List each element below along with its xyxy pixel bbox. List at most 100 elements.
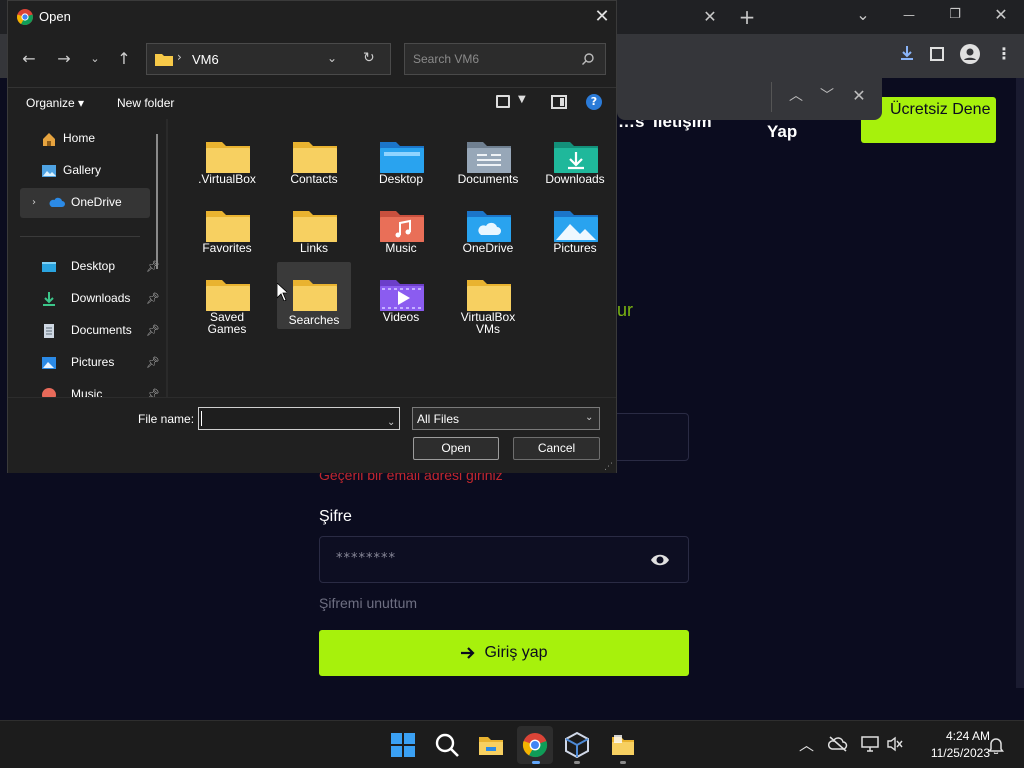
folder-item-hovered[interactable]: Searches [277,262,351,329]
clock-date[interactable]: 11/25/2023 [910,746,990,760]
tab-search-chevron-icon[interactable]: ⌄ [848,0,878,30]
file-name-input[interactable]: ⌄ [198,407,400,430]
kebab-menu-icon[interactable]: ⋮ [996,44,1012,63]
find-bar: ︿ ﹀ ✕ [617,74,882,120]
nav-item-gallery[interactable]: Gallery [20,156,150,186]
nav-label: Pictures [71,355,115,369]
forward-arrow-icon[interactable]: → [51,46,77,72]
onedrive-offline-icon[interactable] [828,736,848,752]
nav-label: Home [63,131,96,145]
network-icon[interactable] [860,736,880,752]
nav-item-desktop[interactable]: Desktop 📌︎ [20,252,160,282]
show-hidden-icons-chevron-icon[interactable]: ︿ [799,734,814,755]
item-label: Downloads [545,172,605,186]
cancel-button[interactable]: Cancel [513,437,600,460]
file-name-chevron-icon[interactable]: ⌄ [387,412,395,433]
documents-folder-icon [467,142,511,173]
address-chevron-icon[interactable]: ⌄ [327,51,337,65]
maximize-button[interactable]: ❐ [940,0,970,30]
nav-item-home[interactable]: Home [20,124,150,154]
find-prev-button[interactable]: ︿ [782,82,810,110]
desktop-icon [42,262,56,272]
open-button[interactable]: Open [413,437,499,460]
eye-icon[interactable] [650,550,670,570]
clock-time[interactable]: 4:24 AM [920,729,990,743]
search-icon [582,53,594,65]
close-tab-button[interactable]: ✕ [695,2,725,32]
dialog-close-button[interactable]: ✕ [588,4,616,30]
folder-item[interactable]: Links [277,196,351,262]
pin-icon: 📌︎ [146,292,160,305]
login-button[interactable]: Giriş yap [319,630,689,676]
profile-icon[interactable] [960,44,980,64]
item-label: Desktop [378,172,424,186]
refresh-icon[interactable]: ↻ [363,50,375,66]
address-bar[interactable]: › VM6 ⌄ ↻ [146,43,391,75]
up-arrow-icon[interactable]: ↑ [111,46,137,72]
expand-chevron-icon[interactable]: › [32,197,36,208]
file-explorer-icon[interactable] [477,731,505,759]
sticky-notes-folder-icon[interactable] [609,731,637,759]
new-folder-button[interactable]: New folder [117,96,174,110]
side-panel-icon[interactable] [930,47,944,61]
dialog-title: Open [39,9,71,24]
organize-button[interactable]: Organize ▾ [26,96,84,110]
nav-item-onedrive[interactable]: › OneDrive [20,188,150,218]
page-scrollbar[interactable] [1016,78,1024,688]
search-icon[interactable] [433,731,461,759]
folder-item[interactable]: OneDrive [451,196,525,262]
virtualbox-icon[interactable] [563,731,591,759]
file-type-select[interactable]: All Files ⌄ [412,407,600,430]
folder-icon [293,211,337,242]
text-caret [201,411,202,426]
preview-pane-icon[interactable] [551,95,567,109]
find-close-button[interactable]: ✕ [845,82,873,110]
windows-start-icon[interactable] [389,731,417,759]
folder-item[interactable]: Favorites [190,196,264,262]
pictures-folder-icon [554,211,598,242]
notification-bell-icon[interactable] [988,736,1004,754]
folder-item[interactable]: Videos [364,265,438,331]
nav-item-downloads[interactable]: Downloads 📌︎ [20,284,160,314]
close-window-button[interactable]: ✕ [986,0,1016,30]
view-options-icon[interactable] [496,95,510,108]
forgot-password-link[interactable]: Şifremi unuttum [319,595,417,611]
folder-item[interactable]: Saved Games [190,265,264,335]
resize-grip-icon[interactable]: ⋰ [604,462,613,472]
nav-link-yap[interactable]: Yap [767,122,797,142]
recent-locations-chevron-icon[interactable]: ⌄ [82,46,108,72]
folder-item[interactable]: Downloads [538,127,612,193]
folder-item[interactable]: Music [364,196,438,262]
item-label: Favorites [202,241,252,255]
nav-item-pictures[interactable]: Pictures 📌︎ [20,348,160,378]
folder-item[interactable]: Pictures [538,196,612,262]
new-tab-button[interactable]: + [732,2,762,32]
nav-item-music[interactable]: Music 📌︎ [20,380,160,397]
running-app-indicator [574,761,580,764]
search-input[interactable]: Search VM6 [404,43,606,75]
chrome-icon[interactable] [521,731,549,759]
dialog-title-bar: Open ✕ [8,1,616,33]
nav-item-documents[interactable]: Documents 📌︎ [20,316,160,346]
back-arrow-icon[interactable]: ← [16,46,42,72]
active-app-indicator [532,761,540,764]
folder-item[interactable]: VirtualBox VMs [451,265,525,335]
folder-item[interactable]: Documents [451,127,525,193]
item-label: VirtualBox VMs [460,310,516,336]
find-next-button[interactable]: ﹀ [813,82,841,110]
minimize-button[interactable]: — [894,0,924,30]
download-icon[interactable] [898,44,916,62]
breadcrumb-current[interactable]: VM6 [192,52,219,67]
item-label: Saved Games [207,310,247,336]
view-chevron-icon[interactable]: ▼ [518,94,526,105]
volume-muted-icon[interactable] [886,736,904,752]
folder-item[interactable]: Contacts [277,127,351,193]
nav-scrollbar[interactable] [156,134,158,269]
help-icon[interactable]: ? [586,94,602,110]
folder-item[interactable]: .VirtualBox [190,127,264,193]
folder-icon [206,280,250,311]
folder-item[interactable]: Desktop [364,127,438,193]
nav-label: Music [71,387,103,397]
pane-divider[interactable] [166,119,168,397]
password-field[interactable]: ******** [319,536,689,583]
